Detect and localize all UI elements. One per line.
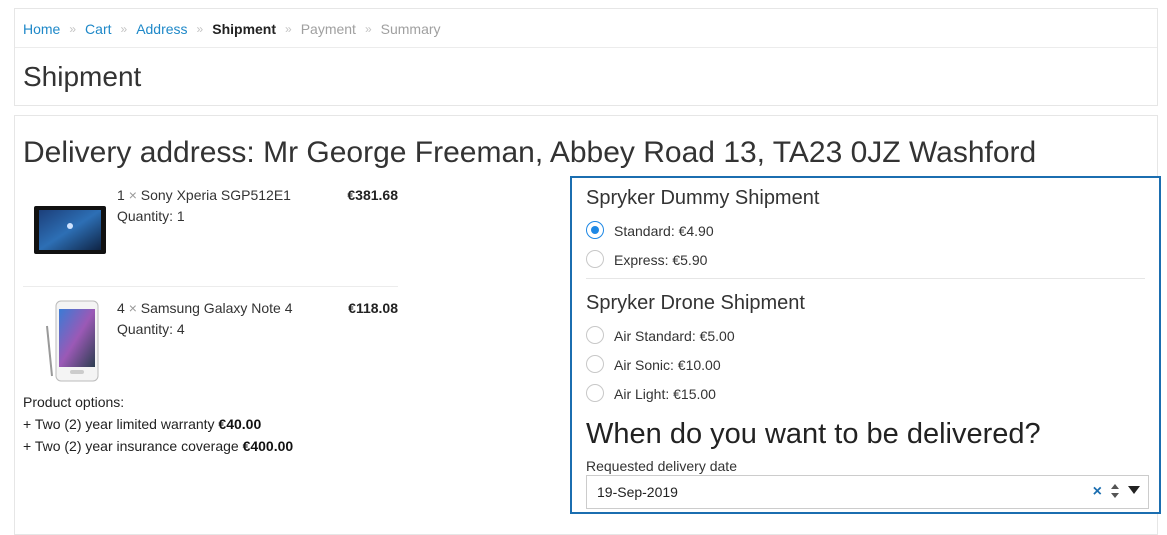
breadcrumb-payment: Payment bbox=[300, 21, 356, 37]
cart-item-count: 4 bbox=[117, 300, 125, 316]
delivery-date-input[interactable]: 19-Sep-2019 × bbox=[586, 475, 1149, 509]
item-divider bbox=[23, 286, 398, 287]
delivery-date-heading: When do you want to be delivered? bbox=[586, 418, 1041, 450]
cart-item-quantity: Quantity: 4 bbox=[117, 321, 185, 337]
cart-item-title: 1 × Sony Xperia SGP512E1 bbox=[117, 185, 291, 206]
cart-item-price: €118.08 bbox=[348, 300, 398, 316]
product-options: Product options: + Two (2) year limited … bbox=[23, 391, 293, 457]
breadcrumb-separator: » bbox=[285, 22, 292, 36]
header-divider bbox=[15, 47, 1157, 48]
shipment-selection-form: Spryker Dummy Shipment Standard: €4.90 E… bbox=[570, 176, 1161, 514]
radio-button[interactable] bbox=[586, 250, 604, 268]
delivery-date-value[interactable]: 19-Sep-2019 bbox=[597, 484, 678, 500]
shipment-option-label[interactable]: Express: €5.90 bbox=[614, 250, 707, 270]
cart-item-quantity: Quantity: 1 bbox=[117, 208, 185, 224]
shipment-group-title: Spryker Dummy Shipment bbox=[586, 187, 820, 209]
breadcrumb-separator: » bbox=[196, 22, 204, 36]
product-option: + Two (2) year insurance coverage €400.0… bbox=[23, 435, 293, 457]
group-divider bbox=[586, 278, 1145, 279]
shipment-group-title: Spryker Drone Shipment bbox=[586, 292, 805, 314]
tablet-product-image bbox=[23, 185, 113, 271]
product-option: + Two (2) year limited warranty €40.00 bbox=[23, 413, 293, 435]
cart-item-count: 1 bbox=[117, 187, 125, 203]
header-panel: Home » Cart » Address » Shipment » Payment » Summa… bbox=[14, 8, 1158, 106]
multiply-icon: × bbox=[128, 187, 137, 203]
multiply-icon: × bbox=[128, 300, 137, 316]
cart-item-details: 1 × Sony Xperia SGP512E1 Quantity: 1 bbox=[117, 185, 291, 227]
radio-button[interactable] bbox=[586, 326, 604, 344]
breadcrumb-separator: » bbox=[69, 22, 77, 36]
product-option-label: + Two (2) year insurance coverage bbox=[23, 438, 239, 454]
phone-product-image bbox=[23, 298, 113, 384]
cart-item: 1 × Sony Xperia SGP512E1 Quantity: 1 €38… bbox=[23, 185, 398, 275]
breadcrumb-separator: » bbox=[120, 22, 128, 36]
breadcrumb-shipment: Shipment bbox=[212, 21, 277, 37]
cart-item: 4 × Samsung Galaxy Note 4 Quantity: 4 €1… bbox=[23, 298, 398, 388]
clear-icon[interactable]: × bbox=[1093, 483, 1102, 501]
page-title: Shipment bbox=[23, 61, 142, 92]
cart-item-name: Sony Xperia SGP512E1 bbox=[140, 187, 291, 203]
product-option-price: €40.00 bbox=[218, 416, 262, 432]
cart-item-name: Samsung Galaxy Note 4 bbox=[140, 300, 293, 316]
breadcrumb-cart[interactable]: Cart bbox=[85, 20, 111, 38]
cart-item-price: €381.68 bbox=[347, 187, 398, 203]
product-options-heading: Product options: bbox=[23, 394, 125, 410]
cart-item-details: 4 × Samsung Galaxy Note 4 Quantity: 4 bbox=[117, 298, 293, 340]
shipment-option-label[interactable]: Air Standard: €5.00 bbox=[614, 326, 735, 346]
breadcrumb: Home » Cart » Address » Shipment » Payment » Summa… bbox=[23, 20, 441, 38]
product-option-label: + Two (2) year limited warranty bbox=[23, 416, 215, 432]
spinner-icon[interactable] bbox=[1109, 482, 1121, 502]
cart-item-title: 4 × Samsung Galaxy Note 4 bbox=[117, 298, 293, 319]
radio-button[interactable] bbox=[586, 355, 604, 373]
shipment-option-label[interactable]: Air Light: €15.00 bbox=[614, 384, 716, 404]
shipment-option-label[interactable]: Standard: €4.90 bbox=[614, 221, 714, 241]
delivery-date-label: Requested delivery date bbox=[586, 458, 737, 474]
breadcrumb-separator: » bbox=[364, 22, 372, 36]
breadcrumb-address[interactable]: Address bbox=[136, 20, 187, 38]
radio-button[interactable] bbox=[586, 384, 604, 402]
delivery-address-heading: Delivery address: Mr George Freeman, Abb… bbox=[23, 136, 1037, 169]
shipment-option-label[interactable]: Air Sonic: €10.00 bbox=[614, 355, 721, 375]
dropdown-arrow-icon[interactable] bbox=[1128, 486, 1140, 494]
breadcrumb-home[interactable]: Home bbox=[23, 20, 60, 38]
breadcrumb-summary: Summary bbox=[380, 21, 441, 37]
radio-button-checked[interactable] bbox=[586, 221, 604, 239]
product-option-price: €400.00 bbox=[242, 438, 294, 454]
